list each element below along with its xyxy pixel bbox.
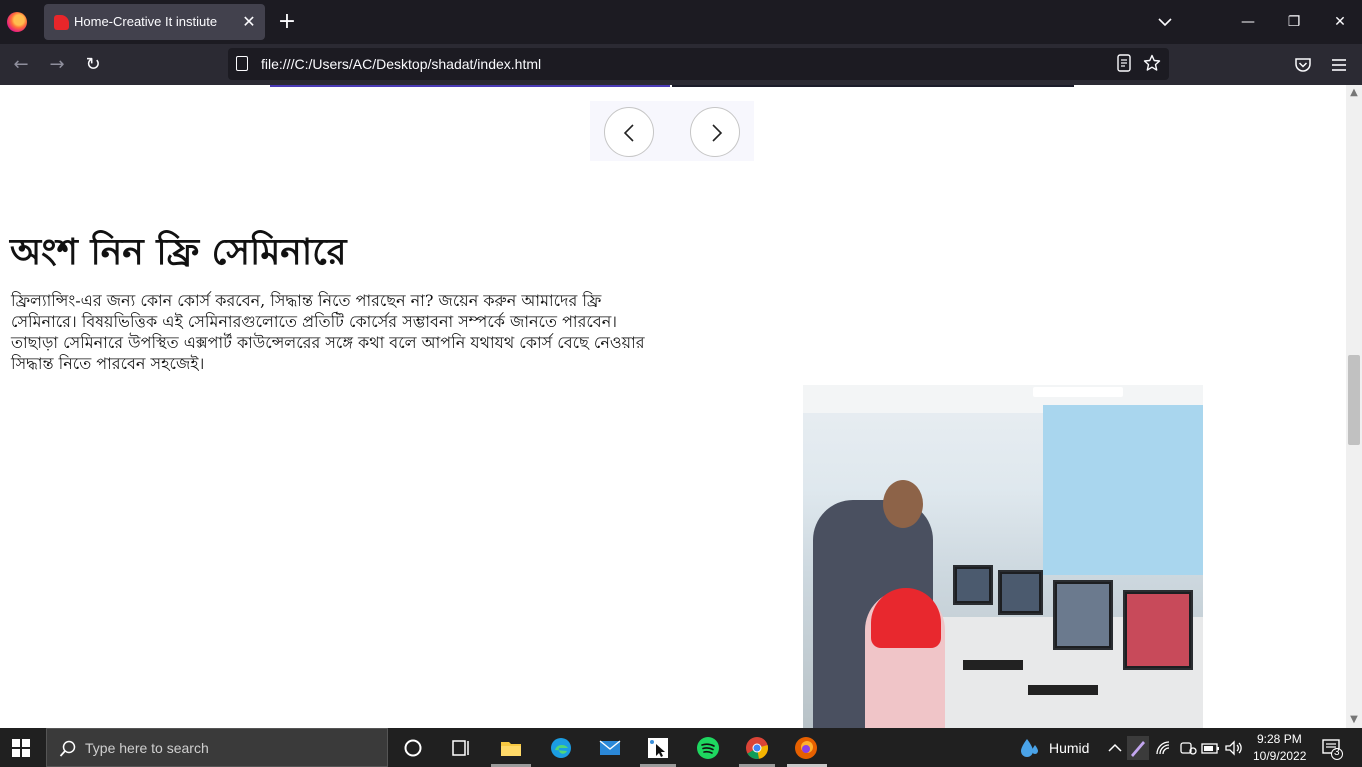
firefox-icon[interactable] [794, 736, 818, 760]
site-favicon-icon [54, 15, 69, 30]
carousel-prev-button[interactable] [604, 107, 654, 157]
chevron-left-icon [623, 124, 634, 142]
bookmark-star-icon[interactable] [1142, 54, 1162, 74]
weather-droplet-icon[interactable] [1018, 736, 1042, 760]
vertical-scrollbar[interactable]: ▲ ▼ [1346, 85, 1362, 728]
browser-navigation-bar: ← → ↻ file:///C:/Users/AC/Desktop/shadat… [0, 44, 1362, 85]
notification-count-badge: 3 [1334, 747, 1340, 758]
pocket-icon[interactable] [1290, 52, 1316, 78]
forward-button[interactable]: → [44, 52, 70, 78]
carousel-slide-edge [672, 85, 1074, 87]
wifi-icon[interactable] [1153, 736, 1177, 760]
vpn-tray-icon[interactable] [1176, 736, 1200, 760]
file-explorer-icon[interactable] [499, 736, 523, 760]
chrome-icon[interactable] [745, 736, 769, 760]
weather-label[interactable]: Humid [1049, 740, 1089, 756]
clock-date[interactable]: 10/9/2022 [1253, 749, 1306, 763]
list-all-tabs-button[interactable] [1154, 12, 1176, 32]
search-icon [59, 740, 76, 757]
reload-button[interactable]: ↻ [80, 52, 106, 78]
chevron-down-icon [1158, 18, 1172, 27]
address-bar[interactable]: file:///C:/Users/AC/Desktop/shadat/index… [228, 48, 1169, 80]
cortana-icon[interactable] [401, 736, 425, 760]
clock-time[interactable]: 9:28 PM [1257, 732, 1302, 746]
browser-tab-bar: Home-Creative It instiute ✕ + — ❐ ✕ [0, 0, 1362, 44]
edge-icon[interactable] [549, 736, 573, 760]
battery-icon[interactable] [1199, 736, 1223, 760]
seminar-description: ফ্রিল্যান্সিং-এর জন্য কোন কোর্স করবেন, স… [11, 291, 645, 373]
new-tab-button[interactable]: + [276, 9, 298, 35]
carousel-navigation [590, 101, 754, 161]
url-text[interactable]: file:///C:/Users/AC/Desktop/shadat/index… [261, 56, 541, 72]
snipping-tool-icon[interactable] [646, 736, 670, 760]
chevron-right-icon [712, 124, 723, 142]
volume-icon[interactable] [1222, 736, 1246, 760]
seminar-classroom-photo [803, 385, 1203, 728]
back-button[interactable]: ← [8, 52, 34, 78]
taskbar-search-box[interactable]: Type here to search [46, 728, 388, 767]
scrollbar-thumb[interactable] [1348, 355, 1360, 445]
show-hidden-icons-chevron-icon[interactable] [1103, 736, 1127, 760]
carousel-next-button[interactable] [690, 107, 740, 157]
scroll-down-arrow-icon[interactable]: ▼ [1346, 712, 1362, 728]
start-button[interactable] [12, 739, 30, 757]
page-info-icon[interactable] [236, 56, 248, 71]
pen-tray-icon[interactable] [1127, 736, 1149, 760]
page-viewport: অংশ নিন ফ্রি সেমিনারে ফ্রিল্যান্সিং-এর জ… [0, 85, 1346, 728]
tab-title: Home-Creative It instiute [74, 14, 218, 29]
reader-view-icon[interactable] [1114, 54, 1134, 74]
search-placeholder: Type here to search [85, 740, 209, 756]
firefox-logo-icon[interactable] [7, 12, 27, 32]
notification-center-icon[interactable]: 3 [1320, 736, 1344, 760]
task-view-icon[interactable] [449, 736, 473, 760]
active-tab[interactable]: Home-Creative It instiute ✕ [44, 4, 265, 40]
close-window-button[interactable]: ✕ [1325, 10, 1355, 34]
mail-icon[interactable] [598, 736, 622, 760]
spotify-icon[interactable] [696, 736, 720, 760]
minimize-button[interactable]: — [1233, 10, 1263, 34]
scroll-up-arrow-icon[interactable]: ▲ [1346, 85, 1362, 101]
windows-taskbar: Type here to search Humid 9:28 PM 10/9/2… [0, 728, 1362, 767]
app-menu-icon[interactable] [1326, 52, 1352, 78]
restore-button[interactable]: ❐ [1279, 10, 1309, 34]
tab-close-button[interactable]: ✕ [239, 12, 259, 32]
carousel-slide-edge [270, 85, 670, 87]
seminar-heading: অংশ নিন ফ্রি সেমিনারে [10, 231, 347, 273]
